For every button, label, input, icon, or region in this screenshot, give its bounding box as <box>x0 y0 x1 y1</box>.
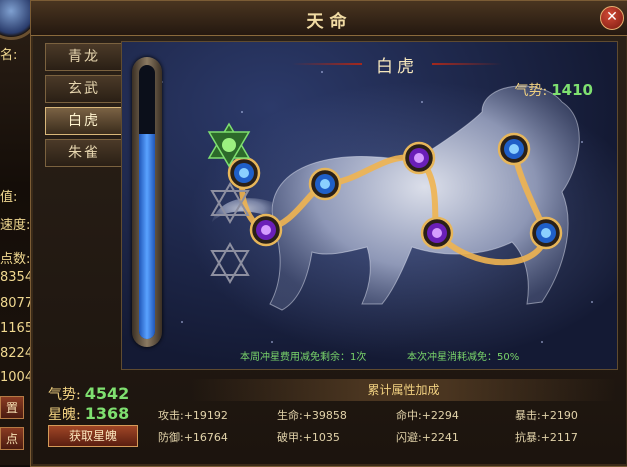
bg-label-value: 值: <box>0 190 18 205</box>
bg-value-5: 1004 <box>0 370 34 385</box>
stat-crit-resist: 抗暴:+2117 <box>515 429 578 445</box>
close-icon[interactable]: ✕ <box>600 6 624 30</box>
constellation-stage: 白虎 气势: 1410 本周冲星费用减免剩余：1次 本次冲星消耗减免：50% <box>121 41 618 370</box>
stat-hp-value: :+39858 <box>299 409 347 422</box>
tab-xuanwu[interactable]: 玄武 <box>45 75 123 103</box>
star-soul-label: 星魄: <box>48 407 81 423</box>
bg-value-4: 8224 <box>0 346 34 361</box>
star-soul: 星魄: 1368 <box>48 404 129 424</box>
tab-zhuque[interactable]: 朱雀 <box>45 139 123 167</box>
hexagram-locked-icon[interactable] <box>209 182 251 224</box>
star-node-purple[interactable] <box>420 216 454 250</box>
stage-power-value: 1410 <box>551 81 593 99</box>
stat-attack-value: :+19192 <box>180 409 228 422</box>
stat-hit-value: :+2294 <box>418 409 459 422</box>
discount-remaining-note: 本周冲星费用减免剩余：1次 <box>240 352 367 363</box>
stat-hit-label: 命中 <box>396 409 418 422</box>
stat-defense-label: 防御 <box>158 431 180 444</box>
stat-armor-break-label: 破甲 <box>277 431 299 444</box>
star-node-blue[interactable] <box>308 167 342 201</box>
stat-armor-break: 破甲:+1035 <box>277 429 340 445</box>
star-node-purple[interactable] <box>402 141 436 175</box>
star-node-purple[interactable] <box>249 213 283 247</box>
stat-attack-label: 攻击 <box>158 409 180 422</box>
stat-armor-break-value: :+1035 <box>299 431 340 444</box>
stat-attack: 攻击:+19192 <box>158 407 228 423</box>
tianming-window: 天命 ✕ 青龙 玄武 白虎 朱雀 白虎 气势: 1410 本周冲星费用减免剩余：… <box>30 0 627 467</box>
tab-qinglong[interactable]: 青龙 <box>45 43 123 71</box>
stat-defense-value: :+16764 <box>180 431 228 444</box>
bg-set-button[interactable]: 置 <box>0 396 25 419</box>
window-title: 天命 <box>306 12 353 32</box>
bg-label-name: 名: <box>0 48 18 63</box>
total-power-value: 4542 <box>84 384 130 403</box>
get-star-soul-button[interactable]: 获取星魄 <box>48 425 138 447</box>
total-power-label: 气势: <box>48 387 81 403</box>
hexagram-active-icon[interactable] <box>206 122 252 168</box>
constellation-path <box>239 146 550 266</box>
gauge-track <box>139 65 155 339</box>
total-power: 气势: 4542 <box>48 384 129 404</box>
star-node-blue[interactable] <box>529 216 563 250</box>
cumulative-stats-header: 累计属性加成 <box>191 379 616 401</box>
star-soul-value: 1368 <box>84 404 130 423</box>
star-power-gauge <box>132 57 162 347</box>
title-bar[interactable]: 天命 ✕ <box>31 1 627 36</box>
stat-crit-resist-value: :+2117 <box>537 431 578 444</box>
stage-title: 白虎 <box>376 57 418 77</box>
bg-label-points: 点数: <box>0 252 31 267</box>
stat-hp-label: 生命 <box>277 409 299 422</box>
tab-baihu[interactable]: 白虎 <box>45 107 123 135</box>
stat-crit-resist-label: 抗暴 <box>515 431 537 444</box>
gauge-fill <box>139 133 155 339</box>
stage-power: 气势: 1410 <box>515 80 593 100</box>
stat-crit-value: :+2190 <box>537 409 578 422</box>
star-node-blue[interactable] <box>497 132 531 166</box>
stat-hp: 生命:+39858 <box>277 407 347 423</box>
stage-power-label: 气势: <box>514 83 548 99</box>
bg-value-2: 8077 <box>0 296 34 311</box>
stat-defense: 防御:+16764 <box>158 429 228 445</box>
stat-crit: 暴击:+2190 <box>515 407 578 423</box>
stat-dodge: 闪避:+2241 <box>396 429 459 445</box>
stat-hit: 命中:+2294 <box>396 407 459 423</box>
hexagram-locked-icon[interactable] <box>209 242 251 284</box>
stat-dodge-value: :+2241 <box>418 431 459 444</box>
bg-value-3: 1165 <box>0 321 34 336</box>
stat-crit-label: 暴击 <box>515 409 537 422</box>
discount-rate-note: 本次冲星消耗减免：50% <box>407 352 520 363</box>
bg-add-button[interactable]: 点 <box>0 427 25 450</box>
bg-value-1: 8354 <box>0 270 34 285</box>
stat-dodge-label: 闪避 <box>396 431 418 444</box>
bg-label-speed: 速度: <box>0 218 31 233</box>
